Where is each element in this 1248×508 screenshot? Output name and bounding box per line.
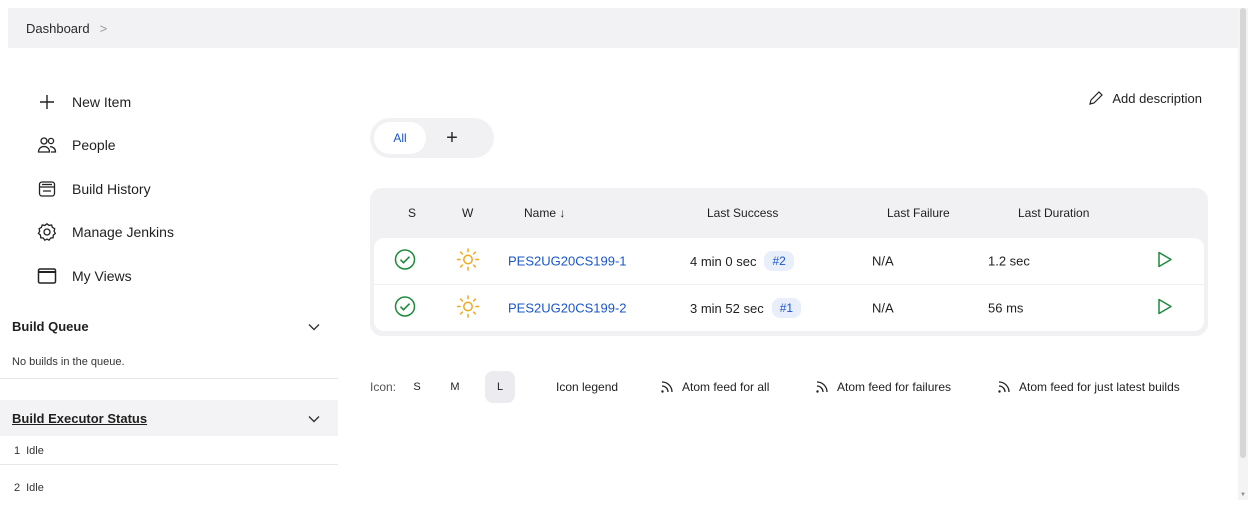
breadcrumb-separator-icon[interactable]: > — [100, 21, 108, 36]
last-success-time: 3 min 52 sec — [690, 300, 764, 316]
breadcrumb: Dashboard > — [8, 8, 1238, 48]
page-scrollbar[interactable]: ▼ — [1238, 8, 1248, 500]
table-row: PES2UG20CS199-2 3 min 52 sec #1 N/A 56 m… — [374, 285, 1204, 331]
divider — [0, 464, 338, 465]
sidebar-item-people[interactable]: People — [34, 124, 174, 168]
plus-icon — [34, 92, 60, 112]
column-header-last-duration[interactable]: Last Duration — [1018, 206, 1089, 220]
column-header-last-success[interactable]: Last Success — [707, 206, 778, 220]
build-executor-header[interactable]: Build Executor Status — [0, 400, 338, 436]
icon-size-label: Icon: — [370, 380, 397, 394]
last-duration-value: 1.2 sec — [988, 253, 1030, 269]
column-header-last-failure[interactable]: Last Failure — [887, 206, 950, 220]
build-executor-title[interactable]: Build Executor Status — [12, 411, 147, 426]
icon-legend-link[interactable]: Icon legend — [556, 380, 618, 394]
executor-row: 2 Idle — [0, 475, 338, 501]
success-status-icon — [394, 249, 416, 274]
atom-feed-failures-link[interactable]: Atom feed for failures — [815, 380, 951, 394]
scroll-down-icon[interactable]: ▼ — [1240, 492, 1246, 498]
sidebar-item-label: Manage Jenkins — [72, 224, 174, 241]
build-queue-empty-text: No builds in the queue. — [12, 356, 125, 368]
rss-icon — [661, 381, 673, 393]
table-footer: Icon: S M L Icon legend Atom feed for al… — [370, 370, 1200, 404]
job-name-link[interactable]: PES2UG20CS199-2 — [508, 301, 627, 316]
gear-icon — [34, 222, 60, 242]
build-number-link[interactable]: #2 — [764, 251, 794, 271]
sidebar-item-manage-jenkins[interactable]: Manage Jenkins — [34, 211, 174, 255]
tab-all[interactable]: All — [374, 122, 426, 154]
add-description-label: Add description — [1112, 90, 1202, 106]
breadcrumb-dashboard[interactable]: Dashboard — [26, 21, 90, 36]
executor-row: 1 Idle — [0, 438, 338, 464]
sidebar-item-label: New Item — [72, 93, 132, 110]
sunny-weather-icon — [456, 295, 480, 322]
executor-status: Idle — [26, 482, 44, 494]
column-header-status[interactable]: S — [408, 206, 416, 220]
window-icon — [34, 266, 60, 286]
success-status-icon — [394, 296, 416, 321]
scrollbar-thumb[interactable] — [1240, 8, 1246, 458]
atom-feed-failures-label: Atom feed for failures — [837, 380, 952, 394]
chevron-down-icon[interactable] — [308, 319, 320, 334]
divider — [0, 378, 338, 379]
sidebar-item-build-history[interactable]: Build History — [34, 167, 174, 211]
atom-feed-latest-label: Atom feed for just latest builds — [1019, 380, 1180, 394]
sidebar-item-label: My Views — [72, 267, 132, 284]
atom-feed-all-label: Atom feed for all — [682, 380, 770, 394]
people-icon — [34, 135, 60, 155]
last-duration-value: 56 ms — [988, 300, 1024, 316]
sidebar-item-new-item[interactable]: New Item — [34, 80, 174, 124]
icon-size-medium-button[interactable]: M — [440, 371, 470, 403]
rss-icon — [998, 381, 1010, 393]
last-success-cell: 4 min 0 sec #2 — [690, 251, 794, 271]
new-view-button[interactable]: + — [436, 122, 468, 154]
build-queue-title: Build Queue — [12, 318, 89, 334]
last-success-cell: 3 min 52 sec #1 — [690, 298, 802, 318]
build-now-play-icon[interactable] — [1157, 298, 1173, 319]
table-row: PES2UG20CS199-1 4 min 0 sec #2 N/A 1.2 s… — [374, 238, 1204, 284]
atom-feed-latest-link[interactable]: Atom feed for just latest builds — [997, 380, 1180, 394]
last-failure-value: N/A — [872, 300, 894, 316]
icon-size-small-button[interactable]: S — [402, 371, 432, 403]
column-header-weather[interactable]: W — [462, 206, 473, 220]
sidebar-item-my-views[interactable]: My Views — [34, 254, 174, 298]
executor-number: 1 — [14, 445, 21, 457]
pencil-icon — [1089, 91, 1104, 105]
view-tabs: All + — [370, 118, 494, 158]
sidebar-item-label: People — [72, 137, 116, 154]
sidebar-tasks: New Item People Build History Manage Jen… — [34, 80, 174, 298]
chevron-down-icon[interactable] — [308, 411, 320, 426]
rss-icon — [816, 381, 828, 393]
icon-size-large-button[interactable]: L — [485, 371, 515, 403]
build-history-icon — [34, 179, 60, 199]
jobs-table: S W Name ↓ Last Success Last Failure Las… — [370, 188, 1208, 336]
last-success-time: 4 min 0 sec — [690, 253, 757, 269]
executor-status: Idle — [26, 445, 44, 457]
add-description-button[interactable]: Add description — [1088, 90, 1202, 106]
column-header-name[interactable]: Name ↓ — [524, 206, 565, 220]
atom-feed-all-link[interactable]: Atom feed for all — [660, 380, 769, 394]
executor-number: 2 — [14, 482, 21, 494]
job-name-link[interactable]: PES2UG20CS199-1 — [508, 254, 627, 269]
build-now-play-icon[interactable] — [1157, 251, 1173, 272]
build-queue-header[interactable]: Build Queue — [0, 308, 338, 344]
table-header: S W Name ↓ Last Success Last Failure Las… — [370, 188, 1208, 238]
sidebar-item-label: Build History — [72, 180, 151, 197]
sunny-weather-icon — [456, 248, 480, 275]
build-number-link[interactable]: #1 — [771, 298, 802, 318]
last-failure-value: N/A — [872, 253, 894, 269]
